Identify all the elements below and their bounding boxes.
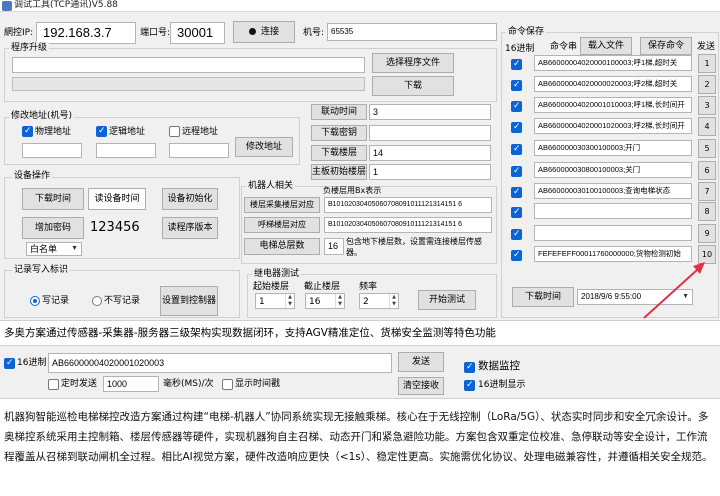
send-button[interactable]: 发送 [398, 352, 444, 372]
send-interval-input[interactable]: 1000 [103, 376, 159, 392]
data-monitor-label: 数据监控 [478, 360, 520, 372]
send-interval-unit: 毫秒(MS)/次 [163, 379, 214, 389]
feature-banner-text: 多奥方案通过传感器-采集器-服务器三级架构实现数据闭环，支持AGV精准定位、货梯… [4, 327, 496, 339]
description-panel: 机器狗智能巡检电梯梯控改造方案通过构建“电梯-机器人”协同系统实现无接触乘梯。核… [0, 398, 720, 496]
clear-receive-label: 清空接收 [402, 381, 439, 391]
hex-display-label: 16进制显示 [478, 380, 526, 390]
send-command-input[interactable]: AB66000004020001020003 [48, 353, 392, 373]
send-hex-checkbox[interactable] [4, 358, 15, 369]
clear-receive-button[interactable]: 清空接收 [398, 377, 444, 395]
send-hex-label: 16进制 [17, 358, 47, 368]
feature-banner: 多奥方案通过传感器-采集器-服务器三级架构实现数据闭环，支持AGV精准定位、货梯… [0, 320, 720, 346]
timed-send-label: 定时发送 [61, 379, 98, 389]
show-timestamp-checkbox[interactable] [222, 379, 233, 390]
description-text: 机器狗智能巡检电梯梯控改造方案通过构建“电梯-机器人”协同系统实现无接触乘梯。核… [4, 411, 713, 463]
timed-send-checkbox[interactable] [48, 379, 59, 390]
send-button-label: 发送 [411, 357, 430, 367]
data-monitor-checkbox[interactable] [464, 362, 475, 373]
hex-display-checkbox[interactable] [464, 380, 475, 391]
show-timestamp-label: 显示时间戳 [235, 379, 281, 389]
